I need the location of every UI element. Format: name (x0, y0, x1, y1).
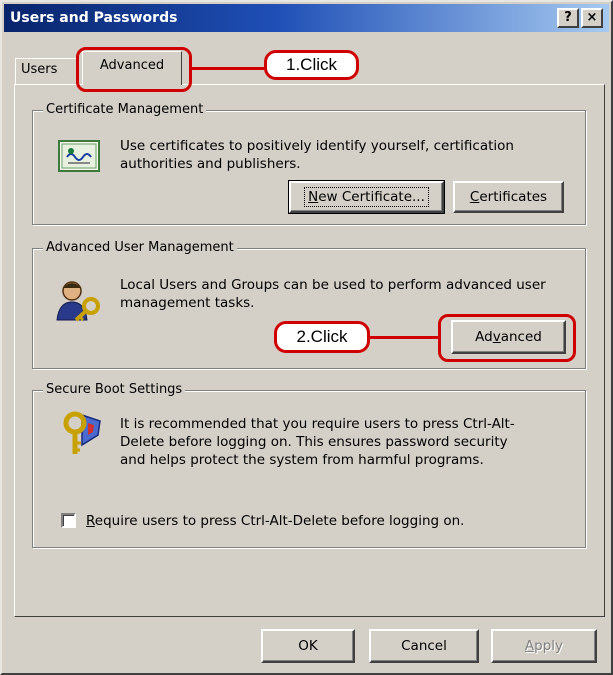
callout-step1-label: 1.Click (264, 50, 359, 80)
advanced-user-management-description: Local Users and Groups can be used to pe… (120, 277, 546, 311)
tab-advanced[interactable]: Advanced (82, 51, 182, 85)
secure-boot-description: It is recommended that you require users… (120, 416, 515, 468)
users-key-icon (56, 281, 100, 322)
certificate-icon (58, 140, 100, 172)
callout-connector-1 (192, 67, 264, 70)
ok-button[interactable]: OK (261, 629, 355, 663)
secure-boot-settings-legend: Secure Boot Settings (43, 381, 186, 399)
advanced-button[interactable]: Advanced (451, 320, 566, 354)
window-title: Users and Passwords (10, 10, 178, 26)
key-shield-icon (63, 411, 101, 454)
callout-step2-label: 2.Click (274, 321, 370, 353)
certificates-button[interactable]: Certificates (453, 181, 564, 213)
apply-button[interactable]: Apply (491, 629, 597, 663)
certificate-management-legend: Certificate Management (43, 101, 207, 119)
callout-connector-2 (370, 336, 438, 339)
require-ctrl-alt-delete-label[interactable]: Require users to press Ctrl-Alt-Delete b… (86, 512, 556, 530)
cancel-button[interactable]: Cancel (369, 629, 479, 663)
certificate-management-description: Use certificates to positively identify … (120, 138, 514, 172)
require-ctrl-alt-delete-checkbox[interactable] (61, 513, 76, 528)
users-and-passwords-dialog: Users and Passwords ? × Users Advanced 1… (0, 0, 613, 675)
close-button[interactable]: × (581, 8, 603, 28)
new-certificate-button[interactable]: New Certificate... (288, 180, 445, 214)
tab-users[interactable]: Users (15, 58, 79, 84)
help-button[interactable]: ? (557, 8, 579, 28)
title-bar[interactable]: Users and Passwords ? × (4, 4, 609, 32)
advanced-user-management-legend: Advanced User Management (43, 239, 237, 257)
